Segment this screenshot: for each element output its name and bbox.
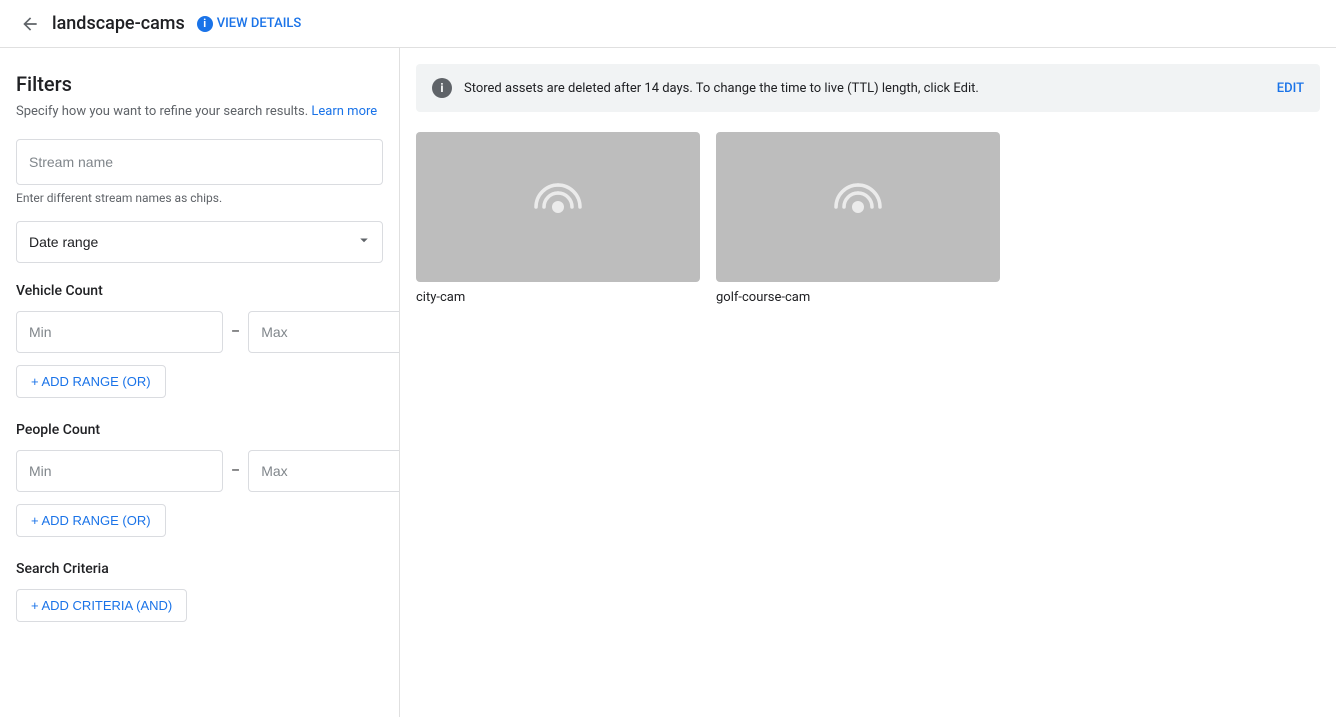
page-title: landscape-cams (52, 13, 185, 34)
add-criteria-button[interactable]: + ADD CRITERIA (AND) (16, 589, 187, 622)
camera-name: city-cam (416, 290, 700, 305)
range-dash-2: – (231, 463, 240, 479)
vehicle-add-range-button[interactable]: + ADD RANGE (OR) (16, 365, 166, 398)
banner-text: Stored assets are deleted after 14 days.… (464, 81, 1265, 96)
banner-info-icon: i (432, 78, 452, 98)
banner-edit-button[interactable]: EDIT (1277, 81, 1304, 96)
camera-thumbnail (416, 132, 700, 282)
info-icon: i (197, 16, 213, 32)
people-add-range-button[interactable]: + ADD RANGE (OR) (16, 504, 166, 537)
camera-card-city-cam[interactable]: city-cam (416, 132, 700, 305)
learn-more-link[interactable]: Learn more (311, 104, 377, 119)
range-dash: – (231, 324, 240, 340)
vehicle-count-range: – (16, 311, 383, 353)
people-count-label: People Count (16, 422, 383, 438)
people-min-input[interactable] (16, 450, 223, 492)
view-details-label: VIEW DETAILS (217, 16, 302, 31)
camera-grid: city-cam golf-course-cam (416, 132, 1320, 305)
date-range-select[interactable]: Date range Last 24 hours Last 7 days Las… (16, 221, 383, 263)
people-count-range: – (16, 450, 383, 492)
camera-card-golf-course-cam[interactable]: golf-course-cam (716, 132, 1000, 305)
sidebar: Filters Specify how you want to refine y… (0, 48, 400, 717)
stream-name-helper: Enter different stream names as chips. (16, 191, 383, 205)
main-layout: Filters Specify how you want to refine y… (0, 48, 1336, 717)
camera-name: golf-course-cam (716, 290, 1000, 305)
view-details-link[interactable]: i VIEW DETAILS (197, 16, 302, 32)
date-range-wrapper: Date range Last 24 hours Last 7 days Las… (16, 221, 383, 263)
info-banner: i Stored assets are deleted after 14 day… (416, 64, 1320, 112)
filters-title: Filters (16, 72, 383, 96)
back-button[interactable] (16, 10, 44, 38)
stream-name-input[interactable] (16, 139, 383, 185)
header: landscape-cams i VIEW DETAILS (0, 0, 1336, 48)
vehicle-count-label: Vehicle Count (16, 283, 383, 299)
main-content: i Stored assets are deleted after 14 day… (400, 48, 1336, 717)
vehicle-max-input[interactable] (248, 311, 400, 353)
filters-subtitle: Specify how you want to refine your sear… (16, 104, 383, 119)
search-criteria-label: Search Criteria (16, 561, 383, 577)
people-max-input[interactable] (248, 450, 400, 492)
camera-thumbnail (716, 132, 1000, 282)
vehicle-min-input[interactable] (16, 311, 223, 353)
